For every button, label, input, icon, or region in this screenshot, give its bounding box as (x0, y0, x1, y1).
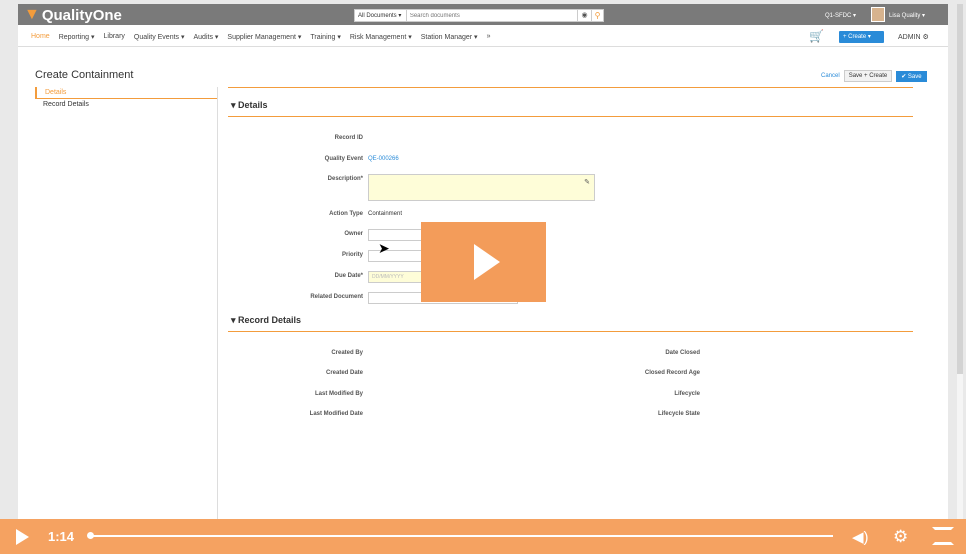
save-create-button[interactable]: Save + Create (843, 70, 893, 82)
app-logo[interactable]: ▼ QualityOne (24, 6, 122, 24)
volume-icon[interactable]: ◀) (852, 528, 869, 546)
record-id-label: Record ID (334, 135, 363, 141)
sidebar-item-record-details[interactable]: Record Details (35, 99, 217, 111)
search-input[interactable] (406, 9, 579, 22)
nav-item[interactable]: Supplier Management ▾ (227, 33, 301, 41)
top-bar: ▼ QualityOne All Documents ▾ ◉ ⚲ Q1-SFDC… (18, 4, 948, 25)
page-title: Create Containment (35, 69, 134, 81)
action-type-label: Action Type (329, 211, 363, 217)
created-date-label: Created Date (325, 370, 363, 376)
priority-label: Priority (341, 252, 363, 258)
scrollbar-thumb[interactable] (957, 4, 963, 374)
search-options-icon[interactable]: ◉ (578, 9, 593, 22)
nav-item[interactable]: Station Manager ▾ (421, 33, 478, 41)
video-controls: 1:14 ◀) ⚙ (0, 519, 966, 554)
cart-icon[interactable]: 🛒 (809, 29, 824, 43)
nav-item[interactable]: Quality Events ▾ (134, 33, 185, 41)
due-date-label: Due Date* (334, 273, 363, 279)
nav-item[interactable]: Reporting ▾ (59, 33, 95, 41)
description-label: Description* (327, 176, 363, 182)
fullscreen-icon[interactable] (932, 527, 954, 545)
form-main: ▾ Details Record ID Quality Event QE-000… (228, 87, 913, 519)
date-closed-label: Date Closed (665, 350, 700, 356)
create-button[interactable]: + Create ▾ (839, 31, 884, 43)
logo-icon: ▼ (24, 6, 40, 23)
expand-edit-icon[interactable]: ✎ (584, 178, 590, 186)
video-progress-bar[interactable] (88, 535, 833, 537)
lifecycle-label: Lifecycle (674, 391, 700, 397)
cancel-button[interactable]: Cancel (821, 73, 840, 79)
search-icon[interactable]: ⚲ (592, 9, 604, 22)
play-icon (473, 244, 500, 280)
app-name: QualityOne (41, 6, 122, 24)
created-by-label: Created By (331, 350, 363, 356)
closed-record-age-label: Closed Record Age (644, 370, 700, 376)
owner-label: Owner (344, 231, 363, 237)
nav-item[interactable]: Home (31, 33, 50, 41)
due-date-field[interactable]: DD/MM/YYYY (368, 271, 428, 283)
video-frame: ▼ QualityOne All Documents ▾ ◉ ⚲ Q1-SFDC… (0, 0, 966, 554)
search-scope-dropdown[interactable]: All Documents ▾ (354, 9, 407, 22)
video-time: 1:14 (48, 529, 75, 544)
record-details-section-heading[interactable]: ▾ Record Details (231, 315, 301, 326)
action-type-value: Containment (368, 211, 403, 217)
settings-gear-icon[interactable]: ⚙ (893, 527, 908, 547)
nav-items: Home Reporting ▾ Library Quality Events ▾ Au… (31, 33, 490, 41)
quality-event-link[interactable]: QE-000266 (368, 156, 399, 162)
save-button[interactable]: ✔ Save (896, 70, 927, 82)
nav-item[interactable]: Library (104, 33, 125, 41)
user-menu[interactable]: Lisa Quality ▾ (889, 12, 925, 19)
details-section-heading[interactable]: ▾ Details (231, 100, 268, 111)
avatar[interactable] (871, 7, 885, 22)
nav-item[interactable]: Training ▾ (310, 33, 341, 41)
search-bar: All Documents ▾ ◉ ⚲ (354, 9, 604, 22)
play-button[interactable] (16, 529, 29, 545)
page-actions: Cancel Save + Create ✔ Save (821, 70, 927, 82)
related-document-label: Related Document (310, 294, 363, 300)
quality-event-label: Quality Event (324, 156, 363, 162)
lifecycle-state-label: Lifecycle State (657, 411, 700, 417)
last-modified-by-label: Last Modified By (314, 391, 363, 397)
nav-item[interactable]: Audits ▾ (194, 33, 219, 41)
vault-switcher[interactable]: Q1-SFDC ▾ (825, 12, 856, 19)
last-modified-date-label: Last Modified Date (309, 411, 363, 417)
description-field[interactable]: ✎ (368, 174, 595, 201)
nav-item[interactable]: » (487, 33, 491, 41)
details-divider (228, 116, 913, 117)
nav-item[interactable]: Risk Management ▾ (350, 33, 412, 41)
mouse-cursor-icon: ➤ (378, 240, 390, 256)
section-sidebar: Details Record Details (35, 87, 218, 519)
record-details-divider (228, 331, 913, 332)
main-nav: Home Reporting ▾ Library Quality Events ▾ Au… (18, 25, 948, 47)
video-progress-handle[interactable] (87, 532, 94, 539)
admin-link[interactable]: ADMIN ⚙ (898, 33, 929, 41)
video-play-overlay[interactable] (421, 222, 546, 302)
sidebar-item-details[interactable]: Details (35, 87, 217, 99)
